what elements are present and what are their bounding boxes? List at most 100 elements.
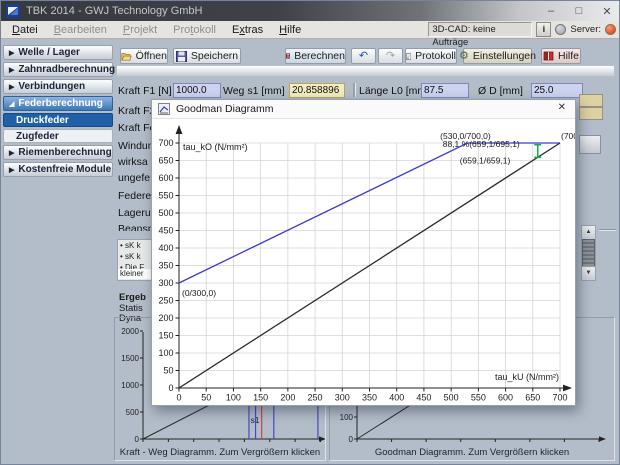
triangle-collapsed-icon: ▶ [9,49,14,57]
goodman-annotations: (0/300,0)(530,0/700,0)88,1 %(659,1/695,1… [182,131,575,298]
force-f1-field[interactable]: 1000.0 [173,83,221,98]
svg-text:550: 550 [158,191,173,201]
svg-text:500: 500 [126,408,140,417]
scrollbar-thumb[interactable] [582,239,595,267]
clipped-form-labels: Kraft F2Kraft FcWindunwirksaungefeFedere… [118,101,151,231]
dialog-close-icon[interactable]: ✕ [558,102,566,113]
sidebar-item-label: Zahnradberechnung [18,64,115,75]
goodman-chart: 0501001502002503003504004505005506006507… [152,119,575,406]
svg-text:400: 400 [389,393,404,403]
svg-text:650: 650 [525,393,540,403]
dialog-title-bar[interactable]: Goodman Diagramm ✕ [152,100,575,119]
sidebar-item-kostenfreie-module[interactable]: ▶ Kostenfreie Module [3,162,113,177]
book-icon [543,51,554,61]
menu-item-extras[interactable]: Extras [224,24,271,36]
menu-item-protokoll[interactable]: Protokoll [165,24,224,36]
close-button[interactable]: ✕ [601,5,613,18]
svg-text:150: 150 [253,393,268,403]
svg-text:tau_kU (N/mm²): tau_kU (N/mm²) [495,372,559,382]
sidebar-item-zahnradberechnung[interactable]: ▶Zahnradberechnung [3,62,113,77]
svg-text:300: 300 [454,443,468,444]
svg-text:700: 700 [592,443,606,444]
scroll-down-arrow-icon[interactable]: ▼ [582,266,595,280]
kraft-weg-caption: Kraft - Weg Diagramm. Zum Vergrößern kli… [115,447,325,458]
goodman-preview-caption: Goodman Diagramm. Zum Vergrößern klicken [330,447,614,458]
maximize-button[interactable]: □ [573,5,585,17]
length-l0-label: Länge L0 [mm] [359,85,429,97]
menu-item-hilfe[interactable]: Hilfe [271,24,309,36]
open-button-label: Öffnen [136,50,167,62]
sidebar-item-label: Verbindungen [18,81,85,92]
sidebar-item-verbindungen[interactable]: ▶Verbindungen [3,79,113,94]
clipped-label-fragment: Federe [118,190,151,202]
svg-text:250: 250 [158,296,173,306]
server-label: Server: [570,24,601,35]
svg-text:200: 200 [158,313,173,323]
save-floppy-icon [176,51,187,62]
sidebar-item-label: Kostenfreie Module [18,164,111,175]
divider-fragment [599,229,616,231]
toolbar-strip [116,65,615,77]
svg-text:0: 0 [168,383,173,393]
settings-button-label: Einstellungen [473,50,536,62]
svg-text:(0/300,0): (0/300,0) [182,288,216,298]
dialog-title: Goodman Diagramm [176,103,273,115]
menu-item-datei[interactable]: Datei [4,24,46,36]
svg-text:550: 550 [471,393,486,403]
window-title: TBK 2014 - GWJ Technology GmbH [26,5,202,17]
save-button-label: Speichern [191,50,238,62]
save-button[interactable]: Speichern [173,48,241,64]
svg-text:450: 450 [416,393,431,403]
settings-button[interactable]: ⚙ Einstellungen [463,48,532,64]
undo-button[interactable]: ↶ [351,48,376,64]
length-l0-field[interactable]: 87.5 [421,83,469,98]
menu-bar: DateiBearbeitenProjektProtokollExtrasHil… [1,21,619,39]
sidebar-item-label: Zugfeder [16,131,59,142]
redo-button[interactable]: ↷ [378,48,403,64]
svg-text:50: 50 [201,393,211,403]
open-button[interactable]: Öffnen [120,48,168,64]
minimize-button[interactable]: – [545,5,557,17]
help-button-label: Hilfe [558,50,579,62]
clipped-button-fragment[interactable] [579,135,601,154]
svg-text:100: 100 [340,413,354,422]
calculate-button[interactable]: Berechnen [285,48,346,64]
sidebar-item-federberechnung[interactable]: ◢Federberechnung [3,96,113,111]
clipped-field-fragment [579,94,603,107]
triangle-collapsed-icon: ▶ [9,166,14,174]
info-button[interactable]: i [536,22,551,37]
svg-text:0: 0 [349,435,354,444]
sidebar-item-druckfeder[interactable]: Druckfeder [3,113,113,127]
title-bar: TBK 2014 - GWJ Technology GmbH – □ ✕ [1,1,619,21]
menu-item-bearbeiten[interactable]: Bearbeiten [46,24,115,36]
server-status-led [605,24,616,35]
svg-text:0: 0 [135,435,140,444]
diameter-d-label: Ø D [mm] [478,85,523,97]
form-separator [353,83,356,97]
svg-text:1000: 1000 [121,381,139,390]
triangle-collapsed-icon: ▶ [9,149,14,157]
open-folder-icon [121,51,132,62]
force-f1-label: Kraft F1 [N] [118,85,172,97]
menu-item-projekt[interactable]: Projekt [115,24,165,36]
document-icon [406,51,411,62]
svg-text:0: 0 [141,443,146,444]
sidebar-item-riemenberechnung[interactable]: ▶Riemenberechnung [3,145,113,160]
sidebar-item-zugfeder[interactable]: Zugfeder [3,129,113,143]
protocol-button[interactable]: Protokoll [405,48,457,64]
svg-text:5: 5 [166,443,171,444]
svg-text:30: 30 [291,443,300,444]
svg-text:500: 500 [158,208,173,218]
svg-text:600: 600 [498,393,513,403]
svg-text:250: 250 [308,393,323,403]
sidebar-item-welle-lager[interactable]: ▶Welle / Lager [3,45,113,60]
travel-s1-field[interactable]: 20.858896 [289,83,345,98]
svg-text:88,1 %(659,1/695,1): 88,1 %(659,1/695,1) [443,139,520,149]
diameter-d-field[interactable]: 25.0 [531,83,583,98]
scroll-up-arrow-icon[interactable]: ▲ [582,226,595,240]
svg-text:50: 50 [163,366,173,376]
svg-text:25: 25 [265,443,274,444]
help-button[interactable]: Hilfe [541,48,581,64]
vertical-scrollbar[interactable]: ▲ ▼ [581,225,596,281]
svg-text:(700,0/700,0): (700,0/700,0) [561,131,575,141]
